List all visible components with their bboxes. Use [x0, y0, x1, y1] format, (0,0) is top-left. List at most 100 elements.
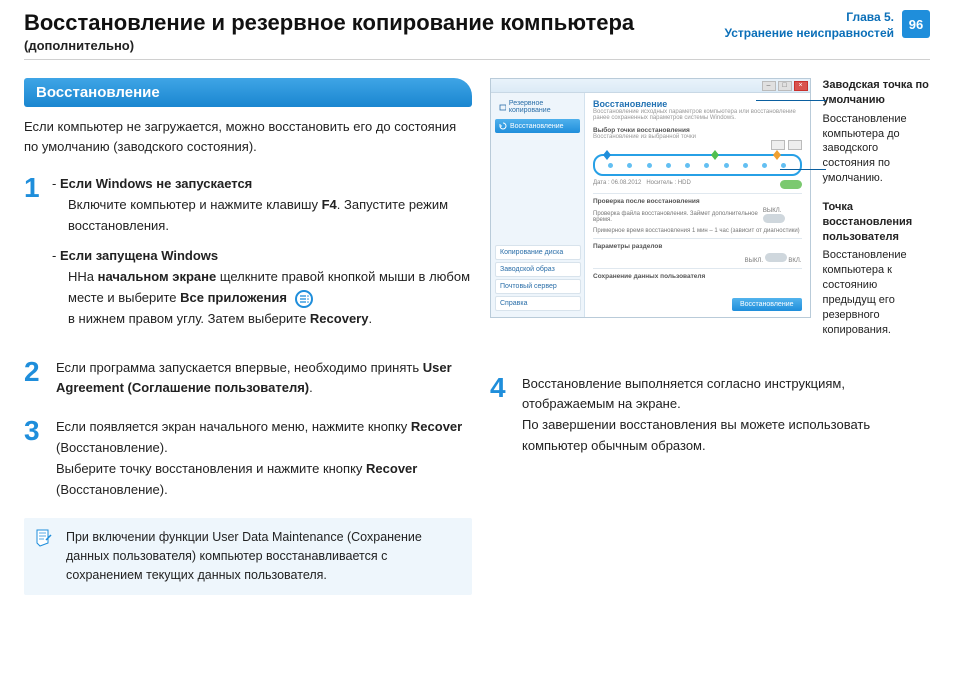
callouts: Заводская точка по умолчанию Восстановле…	[823, 78, 931, 352]
minimize-icon[interactable]: –	[762, 81, 776, 91]
current-marker-icon	[773, 150, 781, 160]
mock-titlebar: – □ ×	[491, 79, 810, 93]
callout-leader-1	[756, 100, 826, 101]
mock-recovery-window: – □ × Резервное копирование Восстановлен…	[490, 78, 811, 318]
recovery-icon	[499, 122, 507, 130]
mock-main: Восстановление Восстановление исходных п…	[585, 93, 810, 317]
check-toggle-1[interactable]	[763, 214, 785, 223]
page-header: Восстановление и резервное копирование к…	[24, 10, 930, 60]
step-1b-title: Если запущена Windows	[60, 248, 218, 263]
sidebar-item-recovery-label: Восстановление	[510, 123, 564, 130]
sidebar-item-recovery[interactable]: Восстановление	[495, 119, 580, 133]
disk-icon[interactable]	[771, 140, 785, 150]
drive-icon[interactable]	[788, 140, 802, 150]
step-1a-key: F4	[322, 197, 337, 212]
toggle-on-text: ВКЛ.	[788, 258, 801, 264]
step-2-number: 2	[24, 358, 46, 400]
step-1a-text-1: Включите компьютер и нажмите клавишу	[68, 197, 322, 212]
step-4: 4 Восстановление выполняется согласно ин…	[490, 374, 930, 457]
media-value: HDD	[678, 180, 691, 186]
sidebar-item-factory-label: Заводской образ	[500, 266, 555, 273]
sidebar-item-diskcopy[interactable]: Копирование диска	[495, 245, 581, 260]
s1b-1b: начальном экране	[98, 269, 217, 284]
step-1-body: - Если Windows не запускается Включите к…	[56, 174, 472, 340]
s1b-2a: в нижнем правом углу. Затем выберите	[68, 311, 310, 326]
date-label: Дата :	[593, 180, 610, 186]
mock-main-sub: Восстановление исходных параметров компь…	[593, 109, 802, 121]
s1b-2b: Recovery	[310, 311, 369, 326]
step-3: 3 Если появляется экран начального меню,…	[24, 417, 472, 500]
date-value: 06.08.2012	[611, 180, 641, 186]
step-4-number: 4	[490, 374, 512, 457]
callout-1-body: Восстановление компьютера до заводского …	[823, 112, 931, 186]
sidebar-item-help-label: Справка	[500, 300, 527, 307]
callout-leader-2	[780, 169, 826, 170]
partition-toggle[interactable]	[765, 253, 787, 262]
sidebar-item-backup-label: Резервное копирование	[509, 100, 576, 114]
page-title: Восстановление и резервное копирование к…	[24, 10, 634, 36]
chapter-line-2: Устранение неисправностей	[725, 26, 894, 42]
user-point-marker-icon	[711, 150, 719, 160]
step-3-body: Если появляется экран начального меню, н…	[56, 417, 472, 500]
maximize-icon[interactable]: □	[778, 81, 792, 91]
chapter-info: Глава 5. Устранение неисправностей	[725, 10, 894, 41]
s2-1: Если программа запускается впервые, необ…	[56, 360, 423, 375]
step-3-number: 3	[24, 417, 46, 500]
recovery-timeline[interactable]	[593, 154, 802, 176]
sect2-line2: Примерное время восстановления 1 мин – 1…	[593, 228, 800, 234]
s1b-1d: Все приложения	[180, 290, 287, 305]
sidebar-item-mail-label: Почтовый сервер	[500, 283, 557, 290]
s3-4: Выберите точку восстановления и нажмите …	[56, 461, 366, 476]
step-1-number: 1	[24, 174, 46, 340]
content-columns: Восстановление Если компьютер не загружа…	[24, 78, 930, 595]
sidebar-item-diskcopy-label: Копирование диска	[500, 249, 563, 256]
sect2-line1: Проверка файла восстановления. Займет до…	[593, 211, 763, 223]
note-box: При включении функции User Data Maintena…	[24, 518, 472, 594]
mock-sect1: Выбор точки восстановления	[593, 127, 802, 134]
step-1a-title: Если Windows не запускается	[60, 176, 252, 191]
sidebar-item-backup[interactable]: Резервное копирование	[495, 97, 580, 117]
step-1: 1 - Если Windows не запускается Включите…	[24, 174, 472, 340]
screenshot-wrap: – □ × Резервное копирование Восстановлен…	[490, 78, 930, 352]
step-2: 2 Если программа запускается впервые, не…	[24, 358, 472, 400]
section-title: Восстановление	[24, 78, 472, 107]
mock-sidebar: Резервное копирование Восстановление Коп…	[491, 93, 585, 317]
mock-sect3: Параметры разделов	[593, 243, 802, 250]
note-icon	[34, 528, 54, 554]
header-right: Глава 5. Устранение неисправностей 96	[725, 10, 930, 41]
callout-2-body: Восстановление компьютера к состоянию пр…	[823, 248, 931, 337]
toggle-off-text-2: ВЫКЛ.	[745, 258, 763, 264]
media-toggle[interactable]	[780, 180, 802, 189]
callout-1: Заводская точка по умолчанию Восстановле…	[823, 78, 931, 186]
callout-1-title: Заводская точка по умолчанию	[823, 78, 931, 108]
sidebar-item-mail[interactable]: Почтовый сервер	[495, 279, 581, 294]
note-text: При включении функции User Data Maintena…	[66, 530, 422, 582]
right-column: – □ × Резервное копирование Восстановлен…	[490, 78, 930, 595]
header-left: Восстановление и резервное копирование к…	[24, 10, 634, 53]
s3-1: Если появляется экран начального меню, н…	[56, 419, 411, 434]
sidebar-bottom: Копирование диска Заводской образ Почтов…	[495, 245, 581, 313]
all-apps-icon	[295, 290, 313, 308]
sidebar-item-factory[interactable]: Заводской образ	[495, 262, 581, 277]
mock-sect2: Проверка после восстановления	[593, 198, 802, 205]
media-label: Носитель :	[646, 180, 676, 186]
page-number-badge: 96	[902, 10, 930, 38]
s3-3: (Восстановление).	[56, 440, 168, 455]
factory-point-marker-icon	[603, 150, 611, 160]
chapter-line-1: Глава 5.	[725, 10, 894, 26]
step-2-body: Если программа запускается впервые, необ…	[56, 358, 472, 400]
s1b-2c: .	[368, 311, 372, 326]
s4-1: Восстановление выполняется согласно инст…	[522, 374, 930, 416]
backup-icon	[499, 103, 506, 111]
s1b-1a: ННа	[68, 269, 98, 284]
mock-sect4: Сохранение данных пользователя	[593, 273, 802, 280]
s4-2: По завершении восстановления вы можете и…	[522, 415, 930, 457]
s3-6: (Восстановление).	[56, 482, 168, 497]
close-icon[interactable]: ×	[794, 81, 808, 91]
step-4-body: Восстановление выполняется согласно инст…	[522, 374, 930, 457]
callout-2-title: Точка восстановления пользователя	[823, 200, 931, 245]
page-subtitle: (дополнительно)	[24, 38, 634, 53]
recover-button[interactable]: Восстановление	[732, 298, 802, 311]
s3-5: Recover	[366, 461, 417, 476]
sidebar-item-help[interactable]: Справка	[495, 296, 581, 311]
